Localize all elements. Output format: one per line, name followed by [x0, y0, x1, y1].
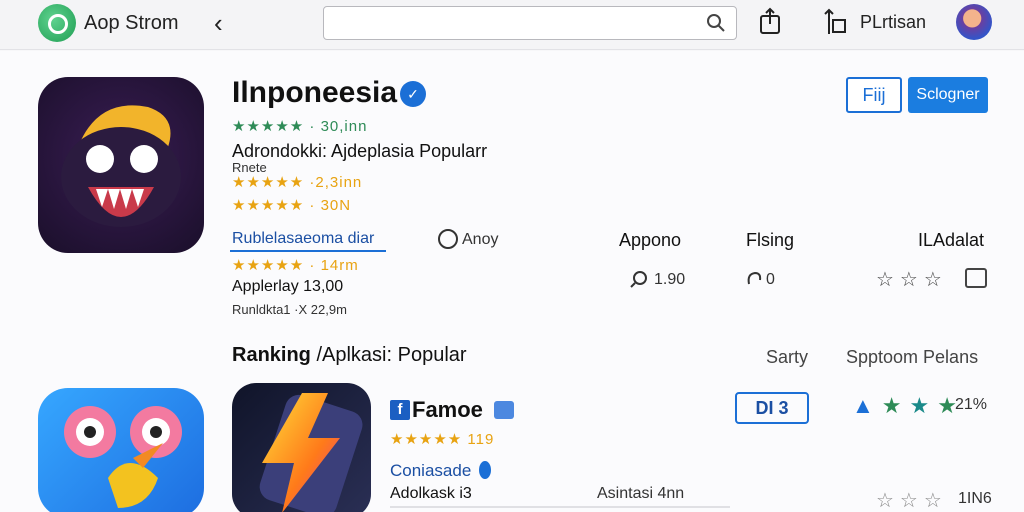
updated-text: Applerlay 13,00: [232, 278, 344, 295]
publish-label[interactable]: PLrtisan: [860, 12, 926, 33]
rating-line-5: ★★★★★ 119: [390, 431, 495, 448]
category-link[interactable]: Coniasade: [390, 461, 471, 481]
app-title: Ilnponeesia: [232, 76, 398, 109]
rating-stars-icon: ▲★★★: [852, 393, 965, 418]
column-header-1: Appono: [619, 230, 682, 250]
section-title: Ranking /Aplkasi: Popular: [232, 344, 467, 366]
column-header-2: Flsing: [746, 230, 795, 250]
divider: [390, 506, 730, 508]
app-title-2: Famoe: [412, 397, 483, 422]
rating-value: 21%: [955, 396, 988, 413]
rating-line: ★★★★★ · 30,inn: [232, 118, 368, 135]
rate-stars-icon[interactable]: ☆☆☆: [876, 267, 948, 292]
select-button[interactable]: Sclogner: [908, 77, 988, 113]
facebook-icon: f: [390, 400, 410, 420]
lightning-icon: [259, 393, 363, 512]
sort-dropdown[interactable]: Sarty: [766, 347, 808, 368]
cartoon-bird-icon: [64, 406, 182, 508]
top-bar: Aop Strom ‹ PLrtisan: [0, 0, 1024, 50]
verified-badge-icon: ✓: [400, 81, 426, 107]
monster-face-icon: [61, 105, 181, 227]
meta-text: Asintasi 4nn: [597, 485, 685, 502]
store-name: Aop Strom: [84, 12, 179, 34]
search-small-icon: [630, 271, 647, 288]
search-input[interactable]: [323, 6, 737, 40]
search-icon[interactable]: [706, 13, 726, 33]
radio-button[interactable]: [438, 229, 458, 249]
back-icon[interactable]: ‹: [214, 8, 223, 39]
refresh-icon: [747, 271, 762, 285]
rating-line-4: ★★★★★ · 14rm: [232, 257, 359, 274]
rating-line-3: ★★★★★ · 30N: [232, 197, 352, 214]
app-icon-3[interactable]: [232, 383, 371, 512]
publish-icon[interactable]: [823, 8, 847, 36]
app-subtitle: Adrondokki: Ajdeplasia Popularr: [232, 141, 488, 161]
count-2: 0: [766, 271, 775, 288]
open-button[interactable]: Fiij: [846, 77, 902, 113]
rating-value-2: 1IN6: [958, 490, 992, 507]
share-icon[interactable]: [759, 7, 781, 35]
radio-label: Anoy: [462, 231, 499, 248]
avatar[interactable]: [956, 4, 992, 40]
footer-text: Runldkta1 ·X 22,9m: [232, 302, 347, 317]
store-logo-icon[interactable]: [38, 4, 76, 42]
count-1: 1.90: [654, 271, 686, 288]
filter-link[interactable]: Spptoom Pelans: [846, 347, 978, 368]
badge-icon: [494, 401, 514, 419]
details-link[interactable]: Rublelasaeoma diar: [230, 226, 386, 252]
app-icon[interactable]: [38, 77, 204, 253]
info-icon: [479, 461, 491, 479]
code-button[interactable]: DI 3: [735, 392, 809, 424]
app-icon-2[interactable]: [38, 388, 204, 512]
developer-text: Adolkask i3: [390, 485, 472, 502]
column-header-3: ILAdalat: [918, 230, 985, 250]
rating-line-2: ★★★★★ ·2,3inn: [232, 174, 363, 191]
chat-icon[interactable]: [965, 268, 987, 288]
rate-stars-icon-2[interactable]: ☆☆☆: [876, 488, 948, 512]
